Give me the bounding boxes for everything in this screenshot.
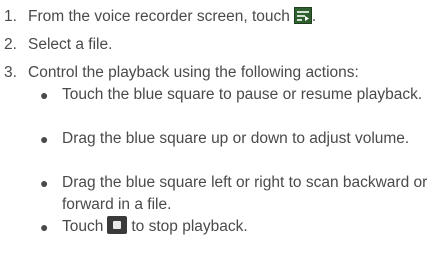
bullet-text: Touch the blue square to pause or resume… — [62, 86, 423, 103]
stop-icon — [107, 216, 128, 234]
step-number: 3. — [4, 64, 17, 81]
step-text: Select a file. — [28, 36, 113, 53]
bullet-icon: ● — [40, 219, 49, 235]
bullet-text-after: to stop playback. — [131, 218, 248, 235]
step-number: 2. — [4, 36, 17, 53]
step-text-after: . — [311, 8, 317, 25]
step-number: 1. — [4, 8, 17, 25]
step-text: From the voice recorder screen, touch. — [28, 6, 316, 28]
bullet-icon: ● — [40, 131, 49, 147]
step-text: Control the playback using the following… — [28, 64, 359, 81]
recording-list-icon — [293, 7, 312, 24]
bullet-icon: ● — [40, 175, 49, 191]
bullet-text: Drag the blue square left or right to sc… — [62, 174, 428, 213]
step-text-before: From the voice recorder screen, touch — [28, 8, 290, 25]
instructions-document: 1. From the voice recorder screen, touch… — [0, 0, 437, 256]
bullet-text: Touch to stop playback. — [62, 216, 432, 238]
bullet-text-before: Touch — [62, 218, 104, 235]
bullet-text: Drag the blue square up or down to adjus… — [62, 130, 410, 147]
bullet-icon: ● — [40, 87, 49, 103]
